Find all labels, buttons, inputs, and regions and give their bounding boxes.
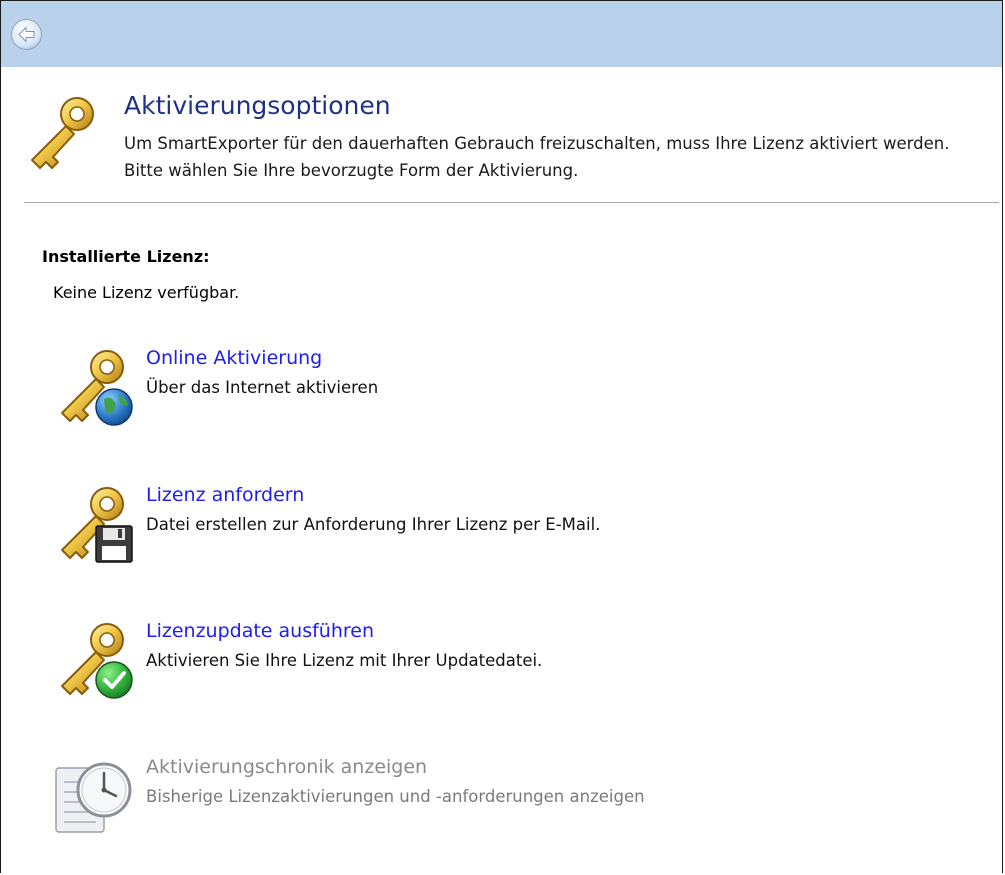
page-title: Aktivierungsoptionen xyxy=(124,91,391,120)
option-title[interactable]: Online Aktivierung xyxy=(146,347,322,369)
option-description: Bisherige Lizenzaktivierungen und -anfor… xyxy=(146,787,645,806)
page-description: Um SmartExporter für den dauerhaften Geb… xyxy=(124,134,950,180)
key-floppy-icon xyxy=(52,482,136,572)
option-description: Aktivieren Sie Ihre Lizenz mit Ihrer Upd… xyxy=(146,651,543,670)
option-request-license[interactable]: Lizenz anfordern Datei erstellen zur Anf… xyxy=(52,482,952,578)
clock-notebook-icon xyxy=(52,754,136,844)
option-title[interactable]: Lizenz anfordern xyxy=(146,484,304,506)
divider xyxy=(24,202,999,203)
key-icon xyxy=(22,92,102,182)
installed-license-value: Keine Lizenz verfügbar. xyxy=(53,283,240,302)
option-activation-history: Aktivierungschronik anzeigen Bisherige L… xyxy=(52,754,952,850)
option-online-activation[interactable]: Online Aktivierung Über das Internet akt… xyxy=(52,345,952,441)
title-bar xyxy=(1,1,1002,67)
page-header: Aktivierungsoptionen Um SmartExporter fü… xyxy=(22,88,1002,188)
back-button[interactable] xyxy=(10,18,43,51)
option-license-update[interactable]: Lizenzupdate ausführen Aktivieren Sie Ih… xyxy=(52,618,952,714)
key-checkmark-icon xyxy=(52,618,136,708)
option-title[interactable]: Lizenzupdate ausführen xyxy=(146,620,374,642)
back-arrow-icon xyxy=(11,19,42,50)
option-description: Datei erstellen zur Anforderung Ihrer Li… xyxy=(146,515,601,534)
option-title: Aktivierungschronik anzeigen xyxy=(146,756,428,778)
key-globe-icon xyxy=(52,345,136,435)
option-description: Über das Internet aktivieren xyxy=(146,378,379,397)
installed-license-label: Installierte Lizenz: xyxy=(42,247,210,266)
